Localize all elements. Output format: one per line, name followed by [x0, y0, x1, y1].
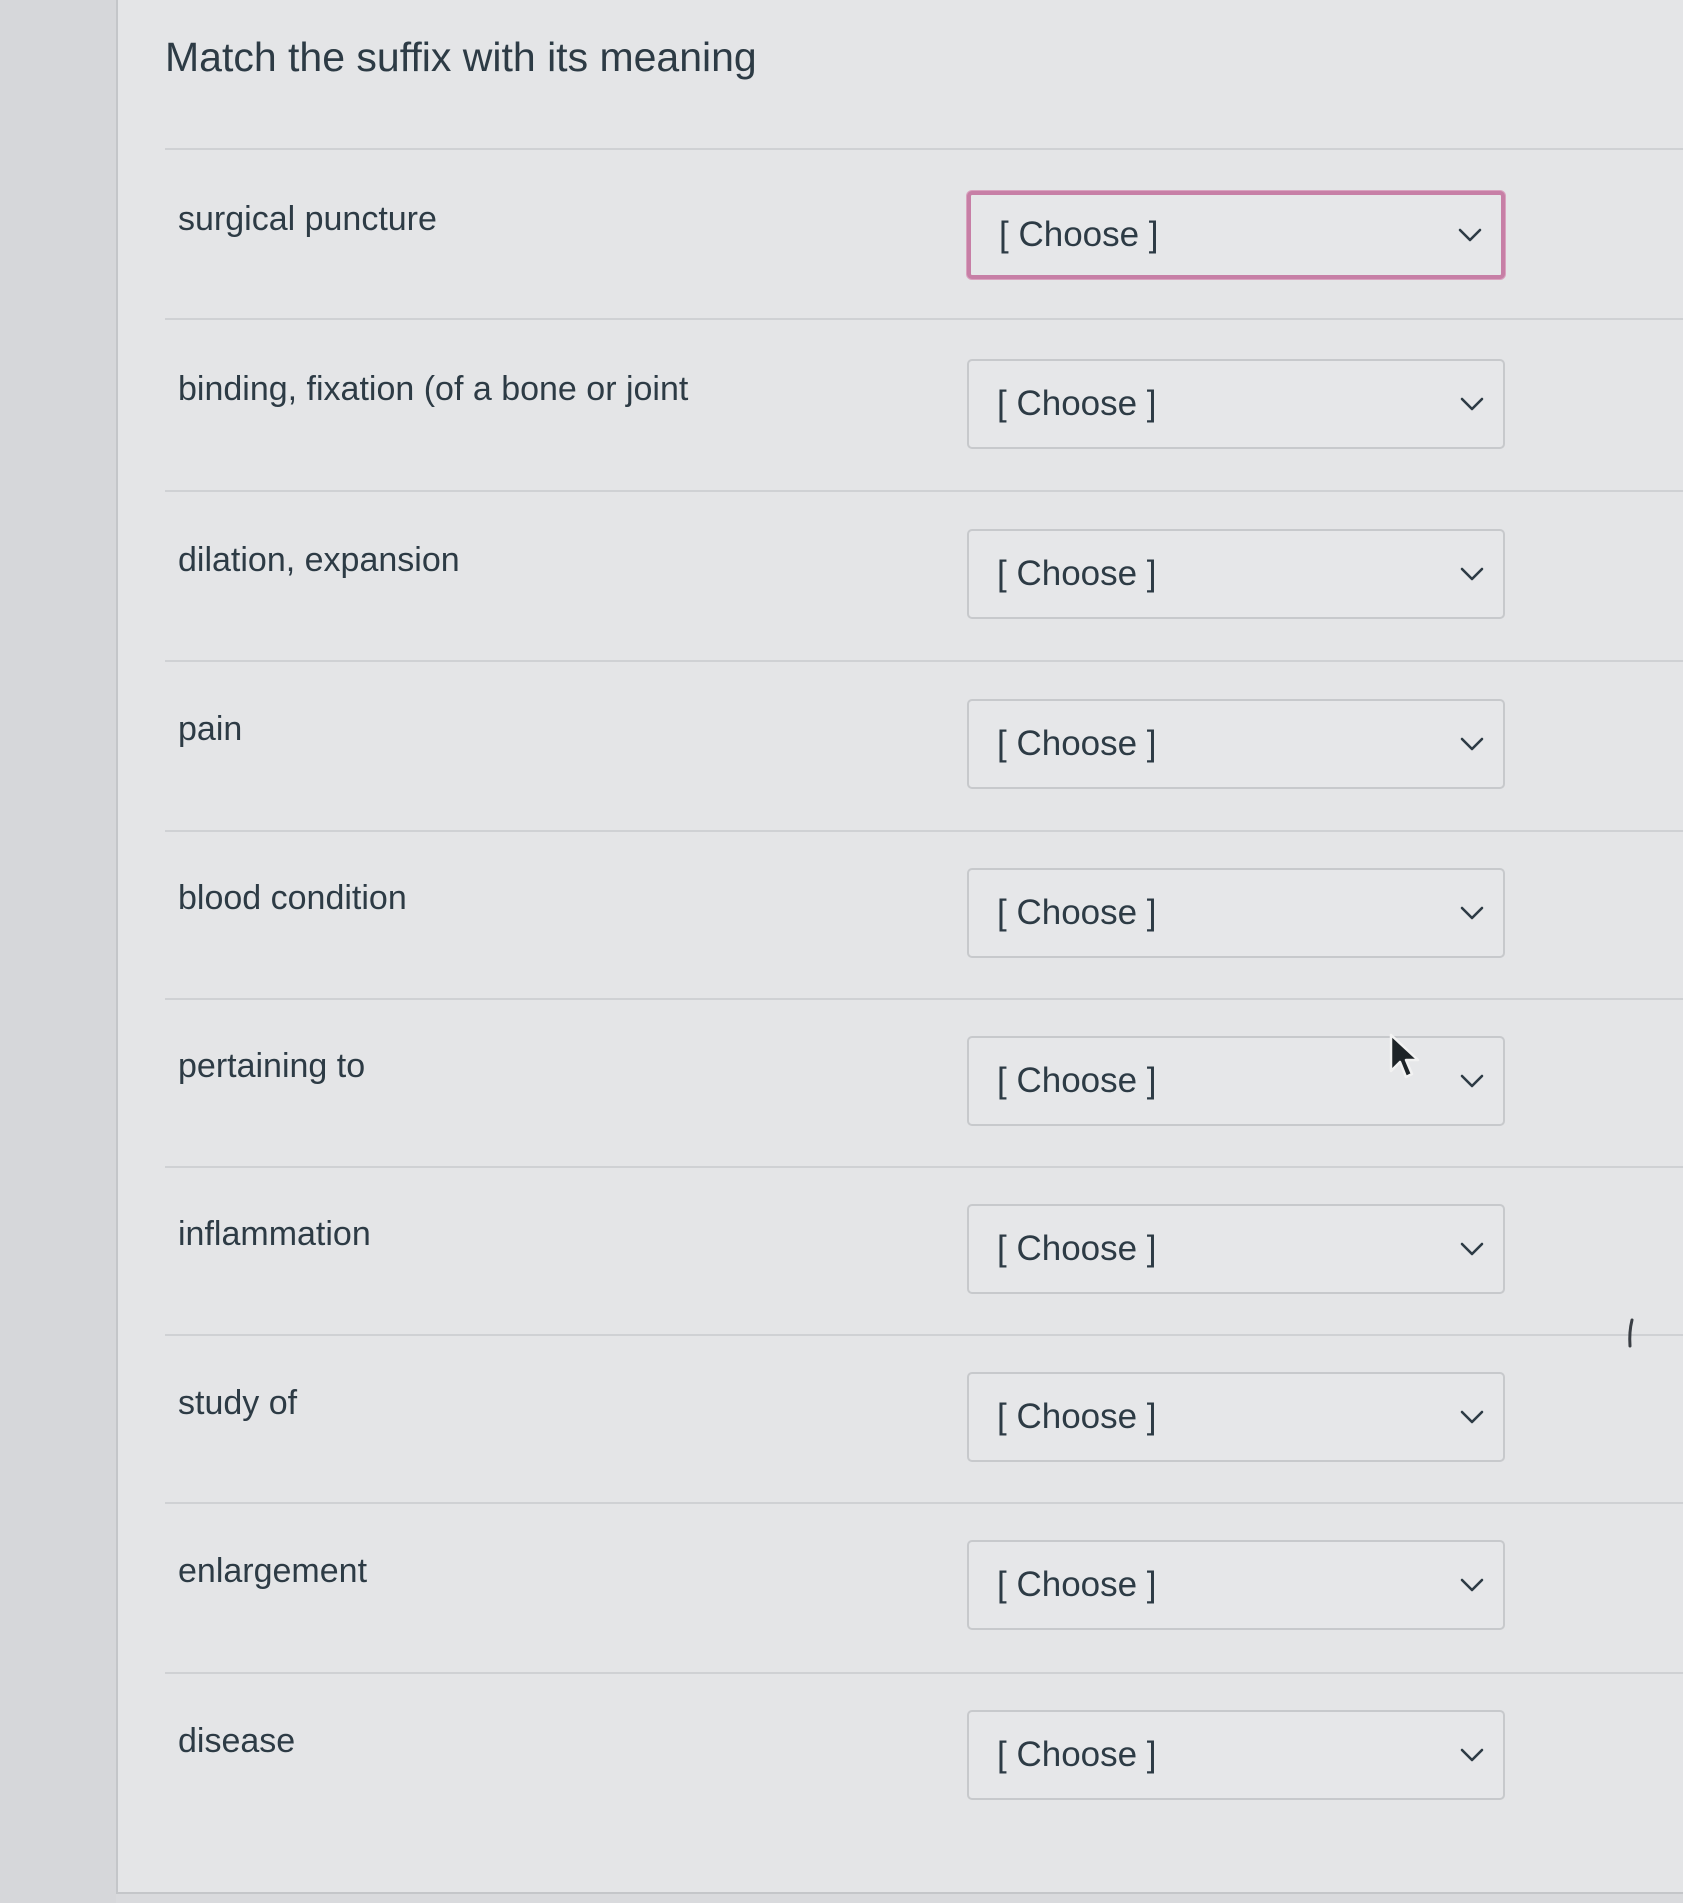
answer-select-4[interactable]: [ Choose ]	[967, 699, 1505, 789]
answer-label: study of	[178, 1384, 298, 1422]
select-value: [ Choose ]	[997, 1735, 1157, 1774]
select-value: [ Choose ]	[997, 893, 1157, 932]
mouse-cursor-icon	[1388, 1033, 1424, 1083]
answer-label: dilation, expansion	[178, 541, 460, 579]
select-value: [ Choose ]	[997, 1061, 1157, 1100]
select-value: [ Choose ]	[997, 1565, 1157, 1604]
chevron-down-icon	[1459, 904, 1485, 922]
chevron-down-icon	[1459, 1072, 1485, 1090]
row-divider	[165, 148, 1683, 150]
select-value: [ Choose ]	[999, 215, 1159, 254]
answer-select-5[interactable]: [ Choose ]	[967, 868, 1505, 958]
answer-select-2[interactable]: [ Choose ]	[967, 359, 1505, 449]
chevron-down-icon	[1459, 565, 1485, 583]
chevron-down-icon	[1459, 1408, 1485, 1426]
answer-label: enlargement	[178, 1552, 368, 1590]
chevron-down-icon	[1457, 226, 1483, 244]
answer-label: disease	[178, 1722, 296, 1760]
answer-label: blood condition	[178, 879, 407, 917]
chevron-down-icon	[1459, 1576, 1485, 1594]
answer-select-6[interactable]: [ Choose ]	[967, 1036, 1505, 1126]
row-divider	[165, 1334, 1683, 1336]
chevron-down-icon	[1459, 1746, 1485, 1764]
row-divider	[165, 318, 1683, 320]
answer-label: pain	[178, 710, 243, 748]
answer-label: pertaining to	[178, 1047, 366, 1085]
select-value: [ Choose ]	[997, 1229, 1157, 1268]
row-divider	[165, 490, 1683, 492]
row-divider	[165, 830, 1683, 832]
row-divider	[165, 1166, 1683, 1168]
row-divider	[165, 1502, 1683, 1504]
answer-label: inflammation	[178, 1215, 371, 1253]
select-value: [ Choose ]	[997, 384, 1157, 423]
answer-select-1[interactable]: [ Choose ]	[967, 191, 1505, 279]
select-value: [ Choose ]	[997, 724, 1157, 763]
answer-select-8[interactable]: [ Choose ]	[967, 1372, 1505, 1462]
stray-mark	[1626, 1318, 1636, 1348]
answer-select-10[interactable]: [ Choose ]	[967, 1710, 1505, 1800]
chevron-down-icon	[1459, 1240, 1485, 1258]
row-divider	[165, 660, 1683, 662]
answer-label: binding, fixation (of a bone or joint	[178, 370, 689, 408]
answer-select-9[interactable]: [ Choose ]	[967, 1540, 1505, 1630]
answer-select-3[interactable]: [ Choose ]	[967, 529, 1505, 619]
select-value: [ Choose ]	[997, 554, 1157, 593]
answer-label: surgical puncture	[178, 200, 437, 238]
answer-select-7[interactable]: [ Choose ]	[967, 1204, 1505, 1294]
select-value: [ Choose ]	[997, 1397, 1157, 1436]
left-gutter	[0, 0, 116, 1903]
chevron-down-icon	[1459, 735, 1485, 753]
row-divider	[165, 1672, 1683, 1674]
question-title: Match the suffix with its meaning	[165, 34, 757, 80]
chevron-down-icon	[1459, 395, 1485, 413]
row-divider	[165, 998, 1683, 1000]
